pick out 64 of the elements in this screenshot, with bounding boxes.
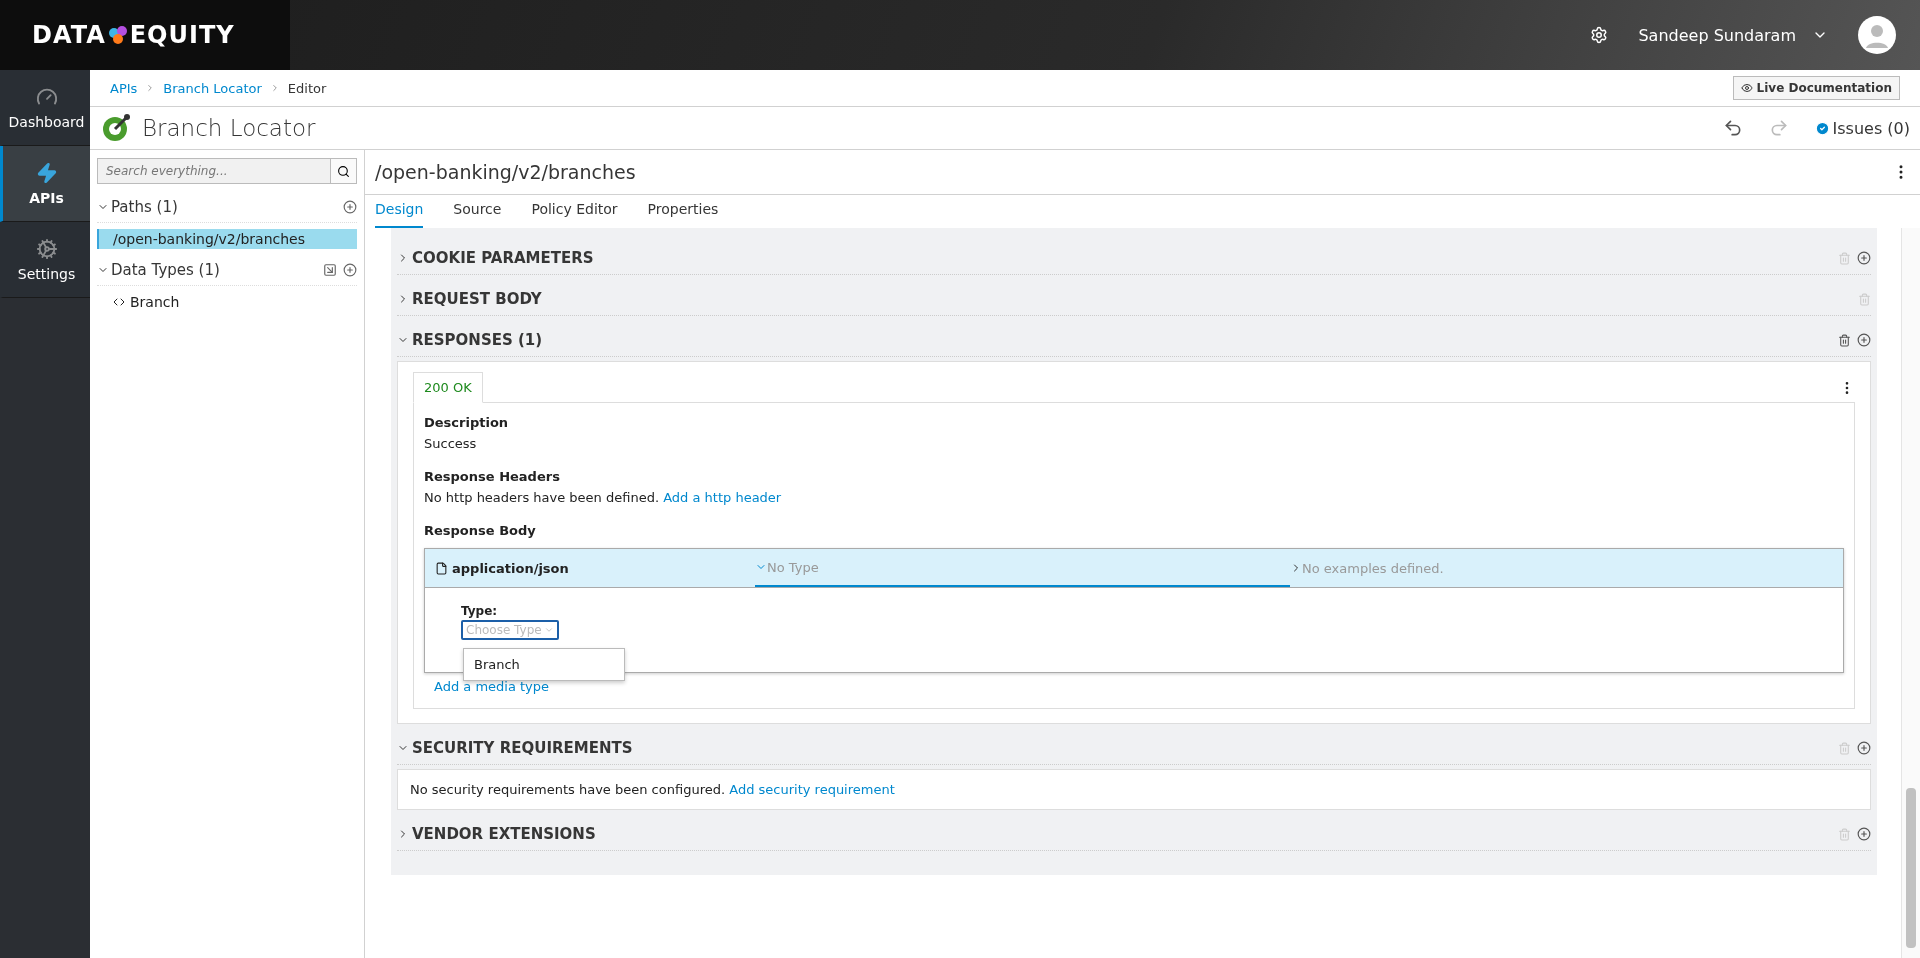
live-documentation-button[interactable]: Live Documentation bbox=[1732, 76, 1900, 100]
nav-item[interactable]: APIs bbox=[0, 146, 90, 222]
add-media-type-link[interactable]: Add a media type bbox=[434, 679, 550, 694]
add-icon[interactable] bbox=[1857, 333, 1871, 347]
logo-mark-icon bbox=[107, 25, 128, 45]
trash-icon[interactable] bbox=[1838, 333, 1851, 347]
lightning-icon bbox=[35, 161, 58, 184]
avatar-icon[interactable] bbox=[1858, 16, 1896, 54]
add-icon[interactable] bbox=[343, 263, 357, 277]
trash-icon bbox=[1858, 292, 1871, 306]
headers-message: No http headers have been defined. Add a http header bbox=[424, 490, 783, 505]
breadcrumb-link[interactable]: Branch Locator bbox=[163, 80, 262, 96]
editor-tab[interactable]: Policy Editor bbox=[531, 195, 618, 228]
dropdown-option[interactable]: Branch bbox=[464, 655, 624, 674]
trash-icon bbox=[1838, 827, 1851, 841]
add-icon[interactable] bbox=[1857, 827, 1871, 841]
security-message: No security requirements have been configured. Add security requirement bbox=[409, 781, 896, 799]
logo-text: EQUITY bbox=[129, 21, 235, 49]
media-type-name[interactable]: application/json bbox=[425, 549, 755, 587]
editor-tab[interactable]: Source bbox=[453, 195, 502, 228]
trash-icon bbox=[1838, 251, 1851, 265]
add-icon[interactable] bbox=[343, 200, 357, 214]
import-icon[interactable] bbox=[323, 263, 337, 277]
add-icon[interactable] bbox=[1857, 251, 1871, 265]
search-icon bbox=[337, 164, 350, 178]
eye-icon bbox=[1740, 82, 1753, 94]
response-tab[interactable]: 200 OK bbox=[413, 372, 483, 403]
gears-icon bbox=[35, 237, 58, 260]
api-logo-icon bbox=[100, 112, 132, 144]
scrollbar[interactable] bbox=[1901, 228, 1920, 958]
file-icon bbox=[435, 561, 448, 575]
tree-item[interactable]: Branch bbox=[97, 292, 357, 312]
issues-button[interactable]: Issues (0) bbox=[1814, 118, 1910, 138]
description-text: Success bbox=[424, 436, 478, 451]
section-title[interactable]: COOKIE PARAMETERS bbox=[412, 249, 594, 267]
tree-group-title[interactable]: Paths (1) bbox=[111, 198, 178, 216]
add-header-link[interactable]: Add a http header bbox=[663, 490, 782, 505]
section-title[interactable]: RESPONSES (1) bbox=[412, 331, 543, 349]
response-body-label: Response Body bbox=[424, 523, 537, 538]
editor-tab[interactable]: Properties bbox=[647, 195, 719, 228]
search-button[interactable] bbox=[330, 159, 356, 183]
breadcrumb-current: Editor bbox=[287, 80, 327, 96]
tree-item[interactable]: /open-banking/v2/branches bbox=[97, 229, 357, 249]
breadcrumb-link[interactable]: APIs bbox=[110, 80, 138, 96]
response-headers-label: Response Headers bbox=[424, 469, 561, 484]
type-label: Type: bbox=[461, 604, 499, 618]
settings-icon[interactable] bbox=[1590, 26, 1609, 44]
section-title[interactable]: VENDOR EXTENSIONS bbox=[412, 825, 596, 843]
user-menu[interactable]: Sandeep Sundaram bbox=[1638, 25, 1828, 45]
trash-icon bbox=[1838, 741, 1851, 755]
code-icon bbox=[113, 296, 125, 308]
search-field[interactable]: Search everything... bbox=[97, 158, 357, 184]
add-security-link[interactable]: Add security requirement bbox=[729, 782, 895, 797]
api-title: Branch Locator bbox=[142, 115, 316, 141]
section-title[interactable]: REQUEST BODY bbox=[412, 290, 542, 308]
tree-group-title[interactable]: Data Types (1) bbox=[111, 261, 220, 279]
add-icon[interactable] bbox=[1857, 741, 1871, 755]
section-title[interactable]: SECURITY REQUIREMENTS bbox=[412, 739, 633, 757]
path-title: /open-banking/v2/branches bbox=[375, 161, 636, 183]
logo-text: DATA bbox=[32, 21, 106, 49]
description-label: Description bbox=[424, 415, 510, 430]
chevron-down-icon bbox=[543, 625, 554, 635]
undo-icon[interactable] bbox=[1722, 118, 1743, 138]
check-circle-icon bbox=[1814, 120, 1830, 136]
